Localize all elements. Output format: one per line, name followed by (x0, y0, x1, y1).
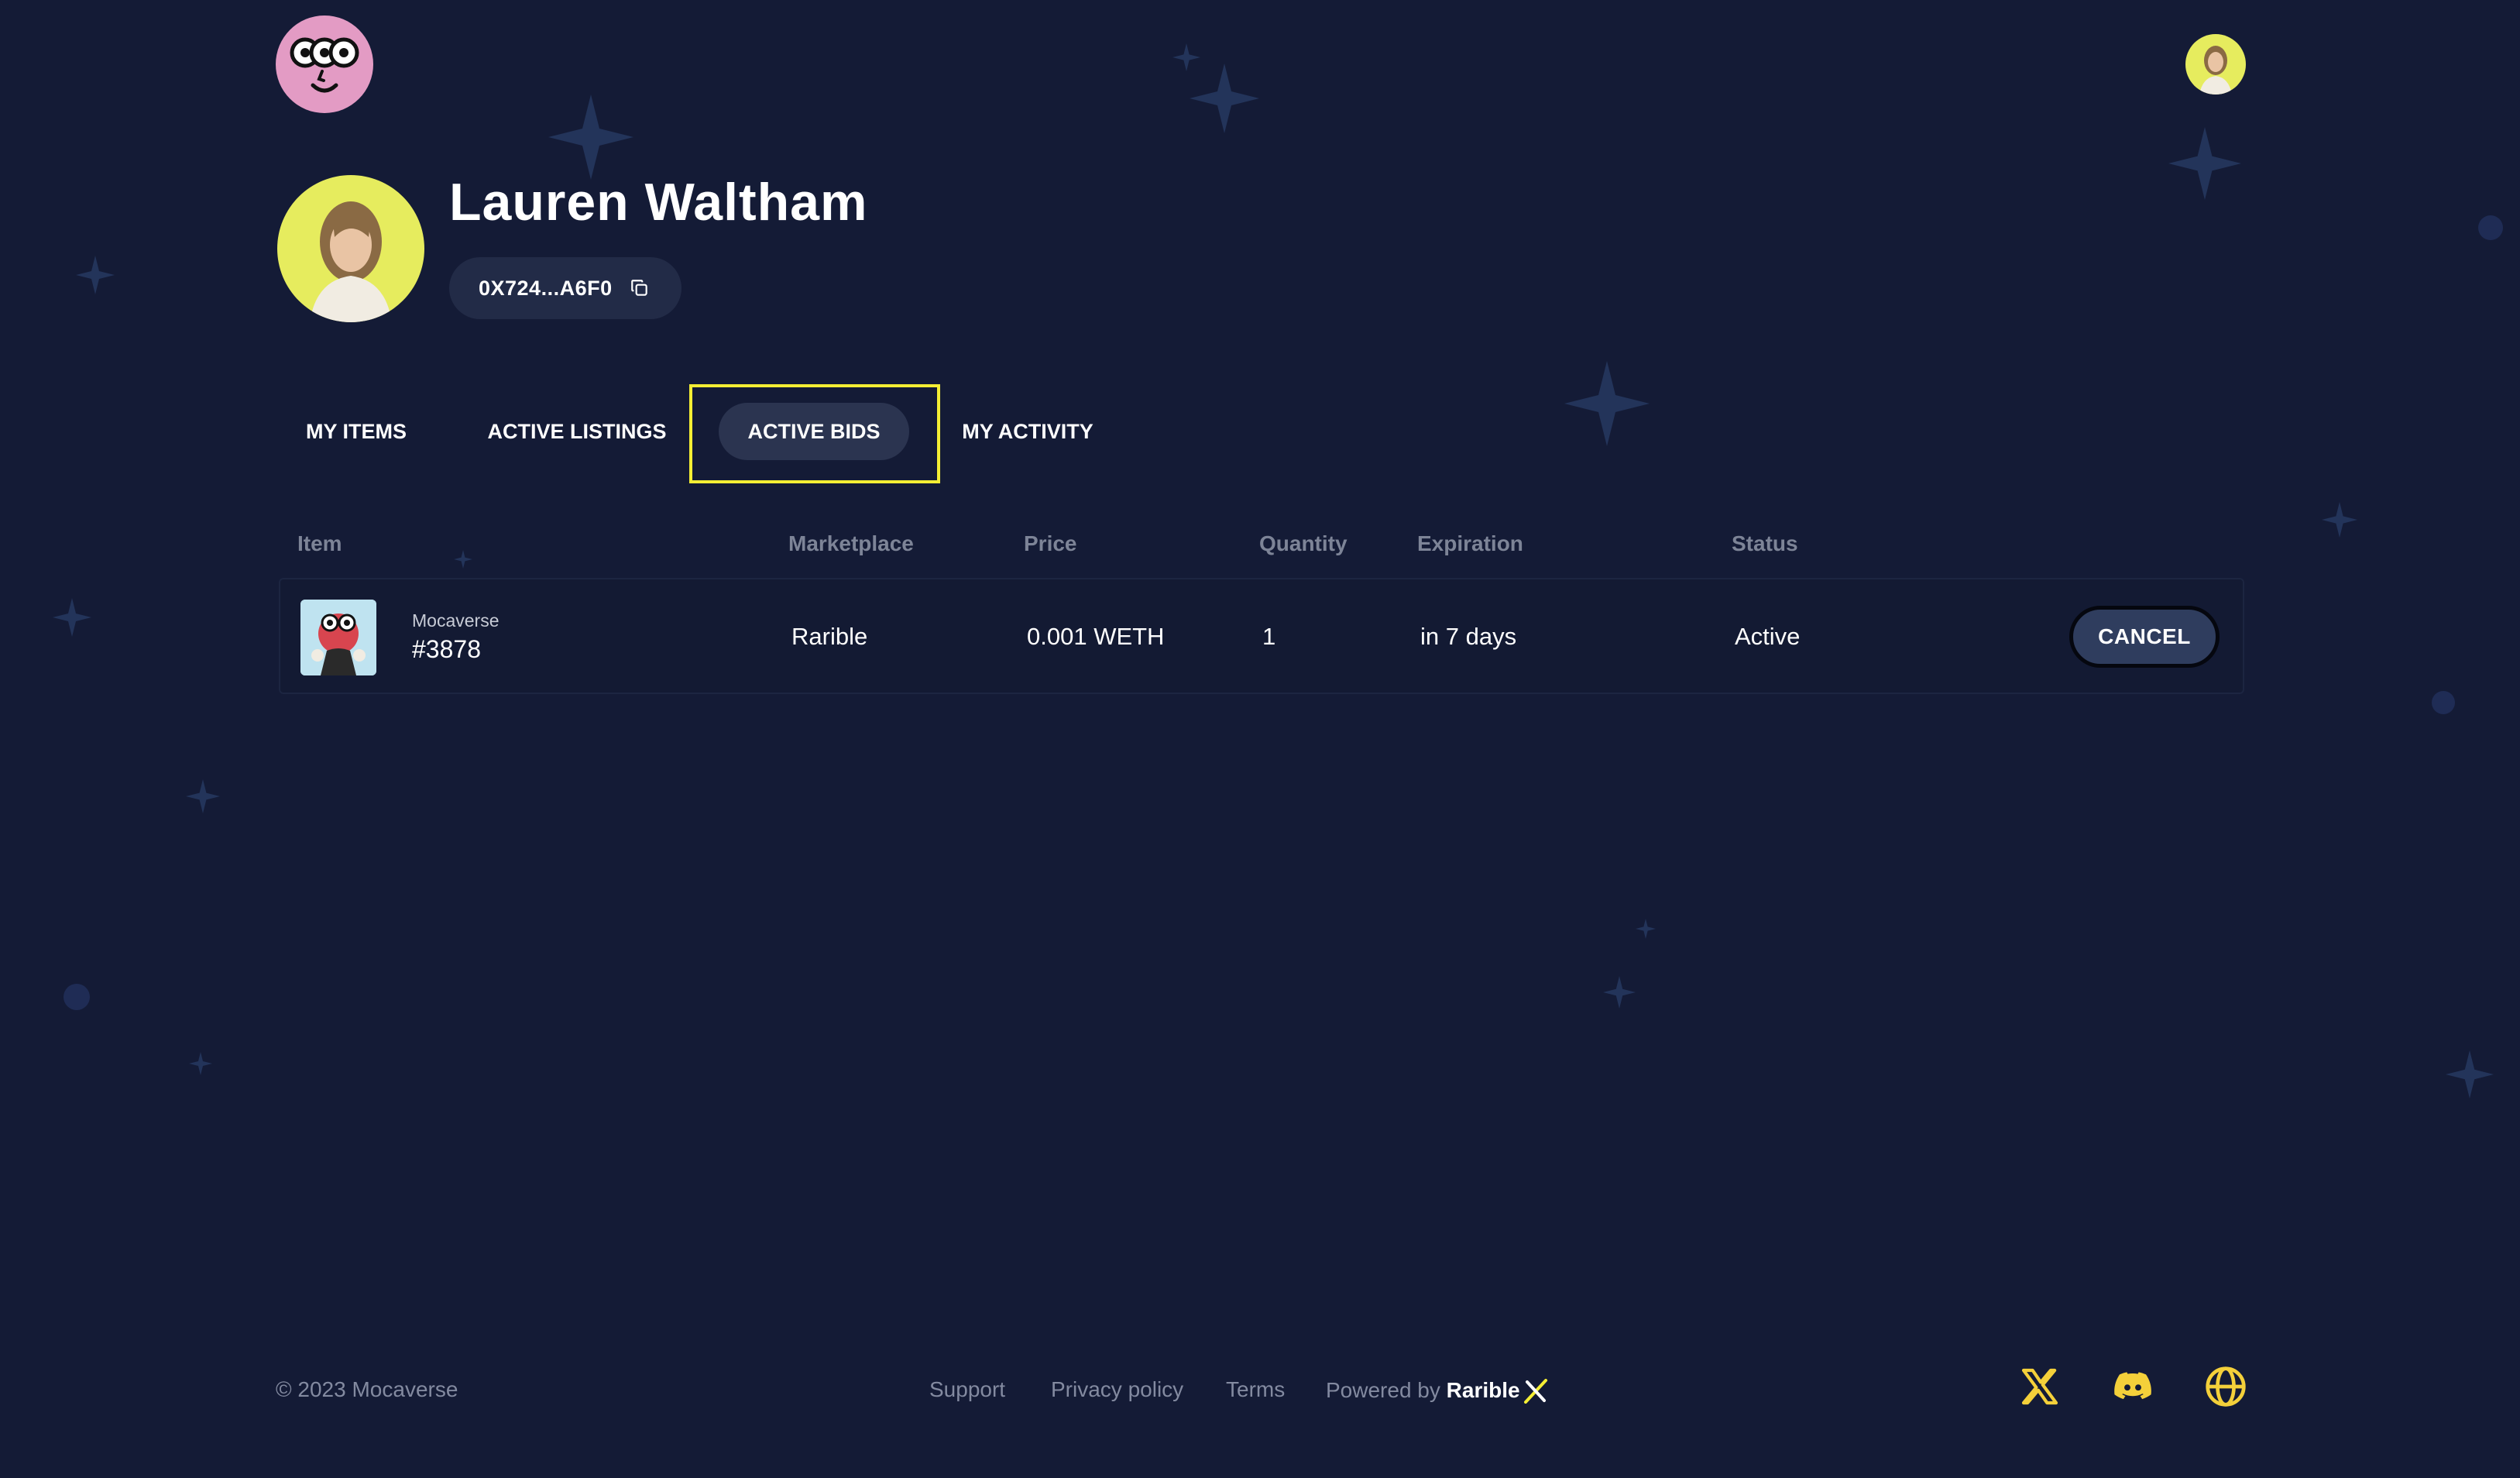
column-header-marketplace: Marketplace (788, 531, 914, 555)
column-header-item: Item (297, 531, 342, 555)
tab-my-items[interactable]: MY ITEMS (287, 403, 426, 460)
profile-name: Lauren Waltham (449, 173, 868, 232)
footer-copyright: © 2023 Mocaverse (276, 1377, 458, 1401)
column-header-quantity: Quantity (1259, 531, 1348, 555)
nft-thumbnail[interactable] (300, 600, 376, 675)
background-star (454, 550, 472, 569)
wallet-address-pill[interactable]: 0X724...A6F0 (449, 257, 681, 319)
rarible-brand: Rarible (1446, 1378, 1520, 1402)
nft-artwork-icon (300, 600, 376, 675)
cancel-bid-button[interactable]: CANCEL (2069, 606, 2220, 668)
cell-price: 0.001 WETH (1027, 623, 1165, 650)
cell-expiration: in 7 days (1420, 623, 1517, 650)
background-star (2446, 1050, 2494, 1098)
logo-face-icon (290, 37, 359, 93)
background-star (2168, 127, 2241, 200)
footer-link-terms[interactable]: Terms (1226, 1377, 1285, 1402)
discord-icon[interactable] (2111, 1365, 2154, 1408)
background-dot (2432, 691, 2455, 714)
background-dot (2478, 215, 2503, 240)
background-star (2322, 502, 2357, 538)
rarible-x-icon (1524, 1379, 1548, 1404)
background-star (189, 1052, 212, 1075)
nft-token-id[interactable]: #3878 (412, 635, 481, 664)
column-header-price: Price (1024, 531, 1077, 555)
background-star (186, 779, 220, 813)
cell-status: Active (1735, 623, 1801, 650)
cell-marketplace: Rarible (791, 623, 868, 650)
background-star (1636, 919, 1656, 939)
background-dot (64, 984, 90, 1010)
globe-icon[interactable] (2204, 1365, 2247, 1408)
footer-link-privacy-policy[interactable]: Privacy policy (1051, 1377, 1183, 1402)
background-star (1172, 43, 1200, 71)
copy-icon[interactable] (630, 278, 650, 298)
tab-active-listings[interactable]: ACTIVE LISTINGS (479, 403, 675, 460)
column-header-status: Status (1732, 531, 1798, 555)
profile-avatar (277, 175, 424, 322)
powered-by-label: Powered by (1326, 1378, 1440, 1402)
profile-tabs: MY ITEMS ACTIVE LISTINGS ACTIVE BIDS MY … (0, 403, 2520, 460)
background-star (76, 256, 115, 294)
background-star (548, 95, 633, 180)
x-icon[interactable] (2018, 1365, 2062, 1408)
background-star (1603, 976, 1636, 1009)
tab-my-activity[interactable]: MY ACTIVITY (954, 403, 1101, 460)
user-photo-icon (310, 201, 392, 322)
footer-link-support[interactable]: Support (929, 1377, 1005, 1402)
active-tab-highlight (689, 384, 940, 483)
column-header-expiration: Expiration (1417, 531, 1523, 555)
user-photo-icon (2199, 46, 2232, 95)
background-star (53, 598, 91, 637)
cell-quantity: 1 (1262, 623, 1276, 650)
powered-by-rarible[interactable]: Powered by Rarible (1326, 1377, 1549, 1404)
background-star (1190, 64, 1259, 133)
table-row: Mocaverse #3878 Rarible 0.001 WETH 1 in … (279, 578, 2244, 694)
mocaverse-logo[interactable] (276, 15, 373, 113)
header-user-avatar[interactable] (2185, 34, 2246, 95)
nft-collection-name: Mocaverse (412, 610, 500, 631)
wallet-address: 0X724...A6F0 (479, 276, 613, 300)
